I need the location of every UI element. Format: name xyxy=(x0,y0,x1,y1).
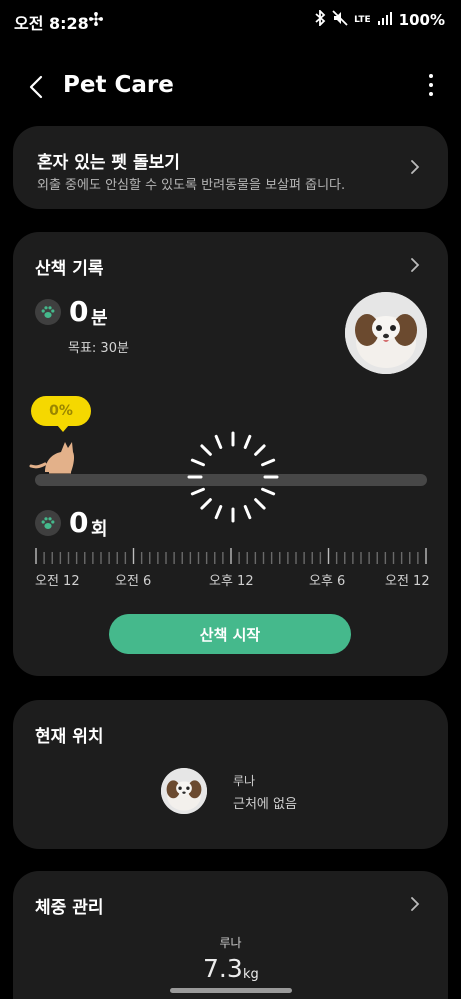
page-title: Pet Care xyxy=(63,72,174,98)
spinner-dash xyxy=(200,498,212,510)
fan-icon xyxy=(88,11,104,31)
pet-sitting-title: 혼자 있는 펫 돌보기 xyxy=(37,153,180,173)
start-walk-button[interactable]: 산책 시작 xyxy=(109,614,351,654)
paw-icon xyxy=(35,510,61,536)
walk-minutes-unit: 분 xyxy=(91,308,108,329)
weight-pet-name: 루나 xyxy=(219,936,242,950)
time-label: 오후 12 xyxy=(209,574,254,589)
status-bar: 오전 8:28 LTE 100% xyxy=(0,0,461,40)
back-arrow-icon xyxy=(29,75,43,99)
spinner-dash xyxy=(243,505,252,520)
more-options-icon[interactable] xyxy=(425,74,437,100)
spinner-dash xyxy=(190,487,205,496)
home-indicator[interactable] xyxy=(170,988,292,993)
spinner-dash xyxy=(243,434,252,449)
current-location-title: 현재 위치 xyxy=(35,727,104,747)
chevron-right-icon xyxy=(408,160,422,174)
time-label: 오전 6 xyxy=(115,574,152,589)
chevron-right-icon xyxy=(408,897,422,911)
current-location-card[interactable]: 현재 위치 루나 근처에 없음 xyxy=(13,700,448,849)
timeline-ticks xyxy=(35,548,427,564)
spinner-dash xyxy=(254,444,266,456)
battery-text: 100% xyxy=(398,11,445,29)
signal-icon xyxy=(377,11,393,29)
pet-sitting-subtitle: 외출 중에도 안심할 수 있도록 반려동물을 보살펴 줍니다. xyxy=(37,178,346,193)
weight-value: 7.3 xyxy=(203,954,243,983)
cat-icon xyxy=(27,430,81,480)
spinner-dash xyxy=(214,434,223,449)
pet-name: 루나 xyxy=(233,774,256,788)
weight-unit: kg xyxy=(243,967,259,982)
weight-title: 체중 관리 xyxy=(35,898,104,918)
bluetooth-icon xyxy=(314,8,326,30)
location-status: 근처에 없음 xyxy=(233,797,297,812)
paw-icon xyxy=(35,299,61,325)
spinner-dash xyxy=(261,458,276,467)
walk-count-value: 0 xyxy=(69,506,89,539)
spinner-dash xyxy=(190,458,205,467)
spinner-dash xyxy=(214,505,223,520)
walk-count-unit: 회 xyxy=(91,519,108,540)
spinner-dash xyxy=(254,498,266,510)
app-bar: Pet Care xyxy=(0,62,461,112)
walk-record-title: 산책 기록 xyxy=(35,259,104,279)
walk-record-card: 산책 기록 0 분 목표: 30분 0% 0 회 오전 12 오전 6 오후 1… xyxy=(13,232,448,676)
walk-minutes-value: 0 xyxy=(69,295,89,328)
time-label: 오후 6 xyxy=(309,574,346,589)
time-label: 오전 12 xyxy=(35,574,80,589)
walk-goal: 목표: 30분 xyxy=(68,341,129,356)
mute-icon xyxy=(332,10,348,30)
loading-spinner-icon xyxy=(185,429,281,525)
lte-label: LTE xyxy=(354,15,371,25)
progress-bubble: 0% xyxy=(31,396,91,432)
chevron-right-icon[interactable] xyxy=(408,258,422,272)
weight-card[interactable]: 체중 관리 루나 7.3 kg xyxy=(13,871,448,999)
pet-avatar[interactable] xyxy=(345,292,427,374)
spinner-dash xyxy=(261,487,276,496)
time-label: 오전 12 xyxy=(385,574,430,589)
spinner-dash xyxy=(200,444,212,456)
pet-sitting-card[interactable]: 혼자 있는 펫 돌보기 외출 중에도 안심할 수 있도록 반려동물을 보살펴 줍… xyxy=(13,126,448,209)
pet-avatar xyxy=(161,768,207,814)
back-button[interactable] xyxy=(22,72,52,102)
status-time: 오전 8:28 xyxy=(14,14,89,33)
